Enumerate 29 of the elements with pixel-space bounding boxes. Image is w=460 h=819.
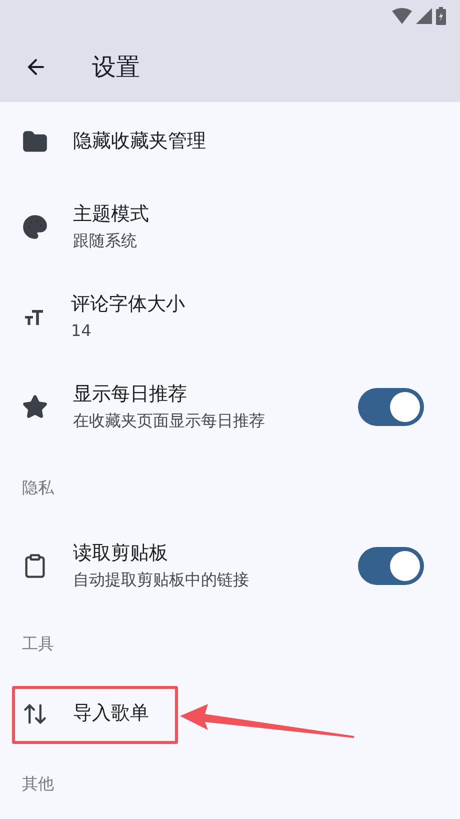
star-icon [22, 394, 48, 420]
item-title: 隐藏收藏夹管理 [73, 130, 206, 154]
settings-item[interactable]: 读取剪贴板 自动提取剪贴板中的链接 [0, 518, 460, 614]
item-subtitle: 14 [71, 320, 92, 341]
settings-item[interactable]: 主题模式 跟随系统 [0, 182, 460, 272]
signal-icon [416, 8, 432, 24]
item-title: 评论字体大小 [71, 293, 185, 317]
settings-item[interactable]: 显示每日推荐 在收藏夹页面显示每日推荐 [0, 362, 460, 452]
settings-item[interactable]: 导入歌单 [0, 674, 460, 754]
palette-icon [22, 214, 48, 240]
page-title: 设置 [92, 52, 140, 83]
item-title: 导入歌单 [73, 702, 149, 726]
folder-icon [22, 129, 48, 155]
item-title: 显示每日推荐 [73, 383, 187, 407]
section-header: 隐私 [22, 477, 54, 499]
toggle-switch[interactable] [358, 388, 424, 426]
toggle-switch[interactable] [358, 547, 424, 585]
settings-item[interactable]: 评论字体大小 14 [0, 272, 460, 362]
settings-item[interactable]: 隐藏收藏夹管理 [0, 102, 460, 182]
battery-icon [436, 7, 446, 25]
item-subtitle: 自动提取剪贴板中的链接 [73, 570, 249, 590]
up-down-arrows-icon [22, 701, 48, 727]
wifi-icon [392, 8, 412, 24]
section-header: 工具 [22, 633, 54, 655]
item-title: 主题模式 [73, 203, 149, 227]
item-title: 读取剪贴板 [73, 542, 168, 566]
section-header: 其他 [22, 773, 54, 795]
item-subtitle: 跟随系统 [73, 230, 137, 251]
item-subtitle: 在收藏夹页面显示每日推荐 [73, 410, 265, 431]
